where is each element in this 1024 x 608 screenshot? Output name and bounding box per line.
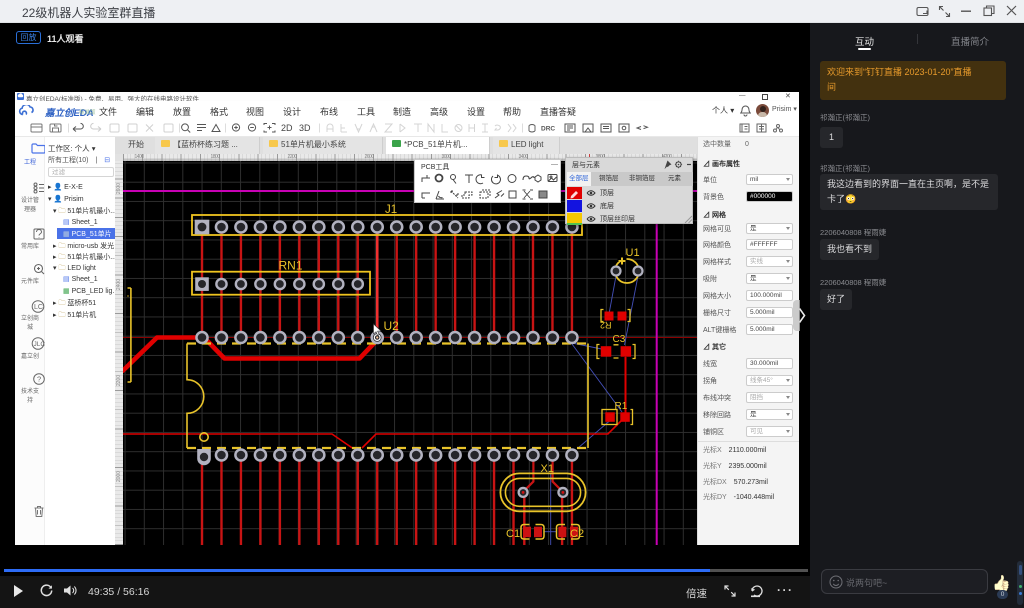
svg-text:U2: U2: [383, 319, 399, 333]
svg-text:LC: LC: [34, 304, 43, 311]
svg-text:X1: X1: [540, 463, 553, 475]
svg-text:C2: C2: [570, 528, 584, 540]
svg-text:?: ?: [37, 375, 41, 384]
svg-text:J1: J1: [385, 204, 397, 216]
svg-text:3D: 3D: [299, 123, 311, 133]
svg-text:U1: U1: [625, 247, 639, 259]
svg-text:JLC: JLC: [34, 341, 46, 348]
svg-text:C1: C1: [506, 528, 520, 540]
svg-text:2D: 2D: [281, 123, 293, 133]
svg-text:R2: R2: [599, 320, 611, 330]
svg-text:RN1: RN1: [278, 259, 302, 273]
svg-text:R1: R1: [614, 401, 627, 412]
svg-text:C3: C3: [612, 334, 625, 345]
svg-text:DRC: DRC: [541, 126, 555, 133]
